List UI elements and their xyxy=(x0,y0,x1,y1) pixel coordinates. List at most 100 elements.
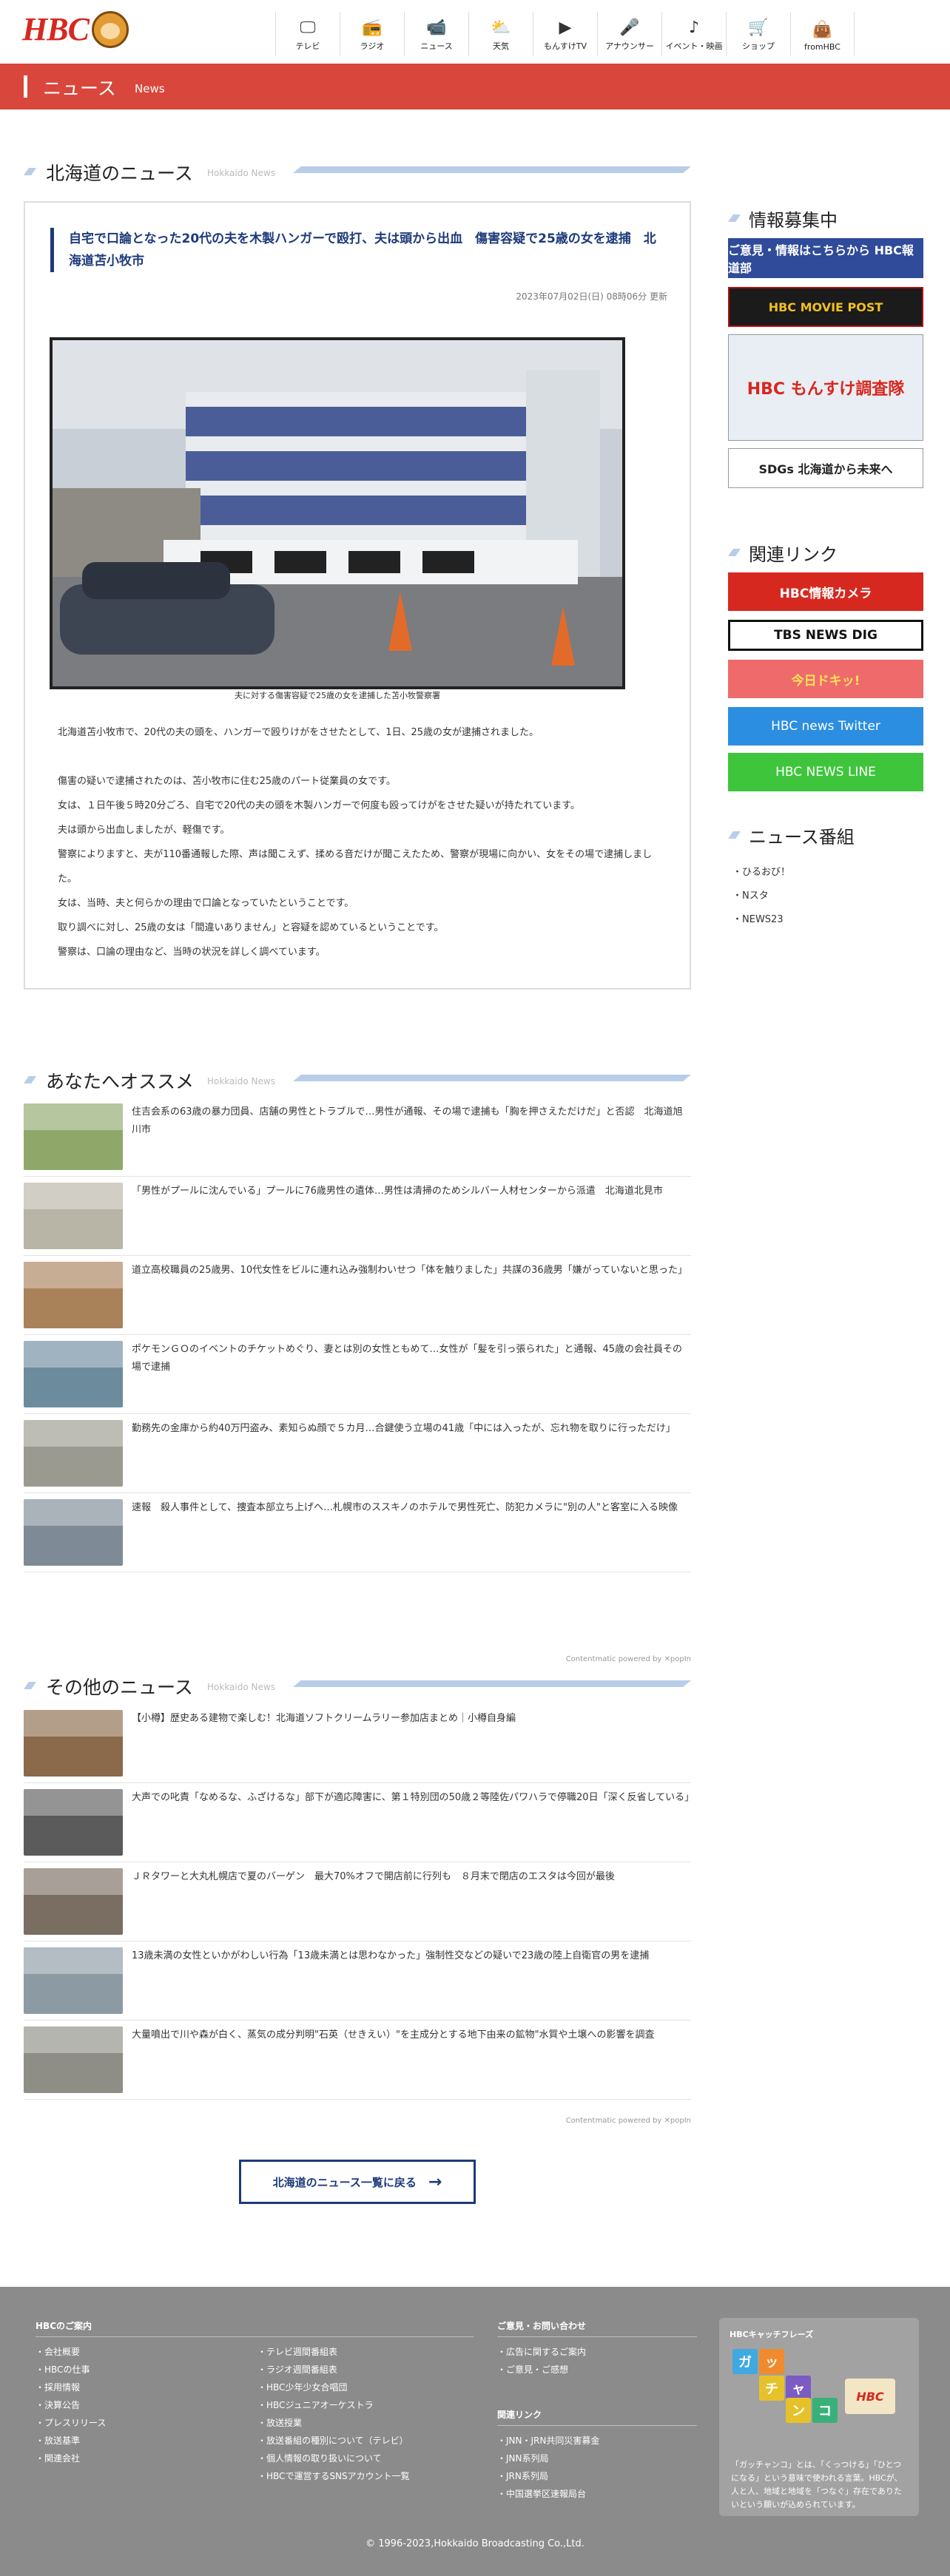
footer-link[interactable]: HBC少年少女合唱団 xyxy=(257,2379,410,2396)
news-headline: 道立高校職員の25歳男、10代女性をビルに連れ込み強制わいせつ「体を触りました」… xyxy=(132,1265,687,1276)
news-program-link[interactable]: ひるおび！ xyxy=(732,861,790,885)
news-list-item[interactable]: 大量噴出で川や森が白く、蒸気の成分判明"石英（せきえい）"を主成分とする地下由来… xyxy=(24,2021,691,2100)
news-thumbnail xyxy=(24,1868,123,1935)
news-program-list: ひるおび！NスタNEWS23 xyxy=(732,861,790,932)
news-list-item[interactable]: 大声での叱責「なめるな、ふざけるな」部下が適応障害に、第１特別団の50歳２等陸佐… xyxy=(24,1783,694,1862)
news-list-item[interactable]: 【小樽】歴史ある建物で楽しむ！北海道ソフトクリームラリー参加店まとめ｜小樽自身編 xyxy=(24,1704,691,1783)
catch-hbc-logo: HBC xyxy=(845,2379,895,2414)
arrow-right-icon: → xyxy=(428,2172,442,2191)
back-to-list-button[interactable]: 北海道のニュース一覧に戻る → xyxy=(239,2160,476,2204)
footer-link[interactable]: HBCで運営するSNSアカウント一覧 xyxy=(257,2467,410,2485)
footer-link[interactable]: JRN系列局 xyxy=(497,2467,697,2485)
heading-mark xyxy=(24,168,36,175)
footer-link[interactable]: ご意見・ご感想 xyxy=(497,2361,697,2379)
nav-item[interactable]: 👜 fromHBC xyxy=(790,12,855,56)
nav-item[interactable]: ⛅ 天気 xyxy=(468,12,533,56)
mascot-icon xyxy=(91,10,129,48)
sdgs-banner[interactable]: SDGs 北海道から未来へ xyxy=(728,448,923,488)
footer-link[interactable]: プレスリリース xyxy=(36,2414,257,2432)
footer-heading: ご意見・お問い合わせ xyxy=(497,2319,697,2337)
catch-char: ャ xyxy=(786,2376,811,2401)
footer-link[interactable]: 放送基準 xyxy=(36,2432,257,2450)
article: 自宅で口論となった20代の夫を木製ハンガーで殴打、夫は頭から出血 傷害容疑で25… xyxy=(24,201,691,990)
nav-item[interactable]: ♪ イベント・映画 xyxy=(661,12,726,56)
photo-caption: 夫に対する傷害容疑で25歳の女を逮捕した苫小牧警察署 xyxy=(235,691,440,700)
article-paragraph: 女は、当時、夫と何らかの理由で口論となっていたということです。 xyxy=(58,898,354,909)
footer-link[interactable]: 放送授業 xyxy=(257,2414,410,2432)
site-footer: HBCのご案内 会社概要HBCの仕事採用情報決算公告プレスリリース放送基準関連会… xyxy=(0,2287,950,2576)
news-list-item[interactable]: 13歳未満の女性といかがわしい行為「13歳未満とは思わなかった」強制性交などの疑… xyxy=(24,1941,691,2021)
banner-label: HBC情報カメラ xyxy=(779,586,872,601)
catch-char: チ xyxy=(759,2376,784,2401)
news-list-item[interactable]: 道立高校職員の25歳男、10代女性をビルに連れ込み強制わいせつ「体を触りました」… xyxy=(24,1256,691,1335)
nav-item[interactable]: 🛒 ショップ xyxy=(726,12,790,56)
movie-post-banner[interactable]: HBC MOVIE POST xyxy=(728,287,923,327)
news-thumbnail xyxy=(24,1499,123,1566)
info-camera-banner[interactable]: HBC情報カメラ xyxy=(728,572,923,611)
section-subtitle: Hokkaido News xyxy=(207,1682,275,1692)
footer-link[interactable]: ラジオ週間番組表 xyxy=(257,2361,410,2379)
tbs-news-dig-banner[interactable]: TBS NEWS DIG xyxy=(728,620,923,651)
news-list-item[interactable]: 「男性がプールに沈んでいる」プールに76歳男性の遺体…男性は清掃のためシルバー人… xyxy=(24,1177,691,1256)
bag-icon: 👜 xyxy=(812,21,833,39)
news-program-link[interactable]: NEWS23 xyxy=(732,908,790,932)
nav-item[interactable]: ▶ もんすけTV xyxy=(533,12,597,56)
news-headline: 速報 殺人事件として、捜査本部立ち上げへ…札幌市のススキノのホテルで男性死亡、防… xyxy=(132,1502,678,1513)
banner-label: HBC MOVIE POST xyxy=(768,300,883,314)
nav-item[interactable]: 📻 ラジオ xyxy=(340,12,404,56)
news-program-link[interactable]: Nスタ xyxy=(732,885,790,908)
footer-link[interactable]: 放送番組の種別について（テレビ） xyxy=(257,2432,410,2450)
nav-item[interactable]: 🎤 アナウンサー xyxy=(597,12,661,56)
heading-mark xyxy=(24,1076,36,1084)
news-list-item[interactable]: ＪＲタワーと大丸札幌店で夏のバーゲン 最大70%オフで開店前に行列も ８月末で閉… xyxy=(24,1862,691,1941)
article-paragraph: 取り調べに対し、25歳の女は「間違いありません」と容疑を認めているということです… xyxy=(58,922,444,933)
hbc-logo[interactable]: HBC xyxy=(22,10,129,48)
footer-link[interactable]: 広告に関するご案内 xyxy=(497,2343,697,2361)
footer-link[interactable]: 中国選挙区速報局台 xyxy=(497,2485,697,2503)
footer-link[interactable]: JNN系列局 xyxy=(497,2450,697,2467)
news-list-item[interactable]: ポケモンＧＯのイベントのチケットめぐり、妻とは別の女性ともめて…女性が「髪を引っ… xyxy=(24,1335,691,1414)
cart-icon: 🛒 xyxy=(748,18,769,37)
heading-mark xyxy=(728,831,741,839)
footer-link[interactable]: HBCジュニアオーケストラ xyxy=(257,2396,410,2414)
footer-link[interactable]: 個人情報の取り扱いについて xyxy=(257,2450,410,2467)
catchphrase-text: 「ガッチャンコ」とは、「くっつける」「ひとつになる」という意味で使われる言葉。H… xyxy=(731,2460,903,2509)
footer-link[interactable]: 決算公告 xyxy=(36,2396,257,2414)
footer-about: HBCのご案内 会社概要HBCの仕事採用情報決算公告プレスリリース放送基準関連会… xyxy=(36,2319,474,2485)
footer-link[interactable]: 会社概要 xyxy=(36,2343,257,2361)
news-headline: 住吉会系の63歳の暴力団員、店舗の男性とトラブルで…男性が通報、その場で逮捕も「… xyxy=(132,1106,683,1135)
twitter-banner[interactable]: HBC news Twitter xyxy=(728,707,923,746)
hbc-newsroom-banner[interactable]: ご意見・情報はこちらから HBC報道部 xyxy=(728,238,923,278)
nav-item[interactable]: 🖵 テレビ xyxy=(275,12,340,56)
nav-item[interactable]: 📹 ニュース xyxy=(404,12,468,56)
footer-link[interactable]: 関連会社 xyxy=(36,2450,257,2467)
other-news-list: 【小樽】歴史ある建物で楽しむ！北海道ソフトクリームラリー参加店まとめ｜小樽自身編… xyxy=(24,1704,694,2100)
popin-credit: Contentmatic powered by ✕popIn xyxy=(565,2117,691,2125)
other-news-heading: その他のニュース Hokkaido News xyxy=(24,1673,691,1698)
article-paragraph xyxy=(58,745,669,769)
footer-link[interactable]: JNN・JRN共同災害募金 xyxy=(497,2432,697,2450)
title-accent xyxy=(24,75,27,98)
section-title: あなたへオススメ xyxy=(46,1071,195,1092)
sidebar-title: 関連リンク xyxy=(749,544,838,565)
page-subtitle: News xyxy=(135,82,165,95)
monsuke-banner[interactable]: HBC もんすけ調査隊 xyxy=(728,334,923,441)
nav-label: ショップ xyxy=(742,41,775,51)
news-list-item[interactable]: 住吉会系の63歳の暴力団員、店舗の男性とトラブルで…男性が通報、その場で逮捕も「… xyxy=(24,1098,691,1177)
footer-link[interactable]: 採用情報 xyxy=(36,2379,257,2396)
news-list-item[interactable]: 勤務先の金庫から約40万円盗み、素知らぬ顔で５カ月…合鍵使う立場の41歳「中には… xyxy=(24,1414,691,1493)
popin-credit: Contentmatic powered by ✕popIn xyxy=(565,1655,691,1663)
kyodoki-banner[interactable]: 今日ドキッ! xyxy=(728,660,923,698)
news-list-item[interactable]: 速報 殺人事件として、捜査本部立ち上げへ…札幌市のススキノのホテルで男性死亡、防… xyxy=(24,1493,691,1572)
catch-char: コ xyxy=(812,2398,838,2423)
heading-mark xyxy=(728,214,741,222)
footer-link[interactable]: テレビ週間番組表 xyxy=(257,2343,410,2361)
footer-links-list: JNN・JRN共同災害募金JNN系列局JRN系列局中国選挙区速報局台 xyxy=(497,2432,697,2503)
back-button-label: 北海道のニュース一覧に戻る xyxy=(272,2175,417,2189)
footer-heading: HBCのご案内 xyxy=(36,2319,474,2337)
footer-link[interactable]: HBCの仕事 xyxy=(36,2361,257,2379)
news-thumbnail xyxy=(24,2026,123,2093)
line-banner[interactable]: HBC NEWS LINE xyxy=(728,753,923,791)
article-photo xyxy=(50,337,625,689)
video-camera-icon: 📹 xyxy=(426,18,447,37)
